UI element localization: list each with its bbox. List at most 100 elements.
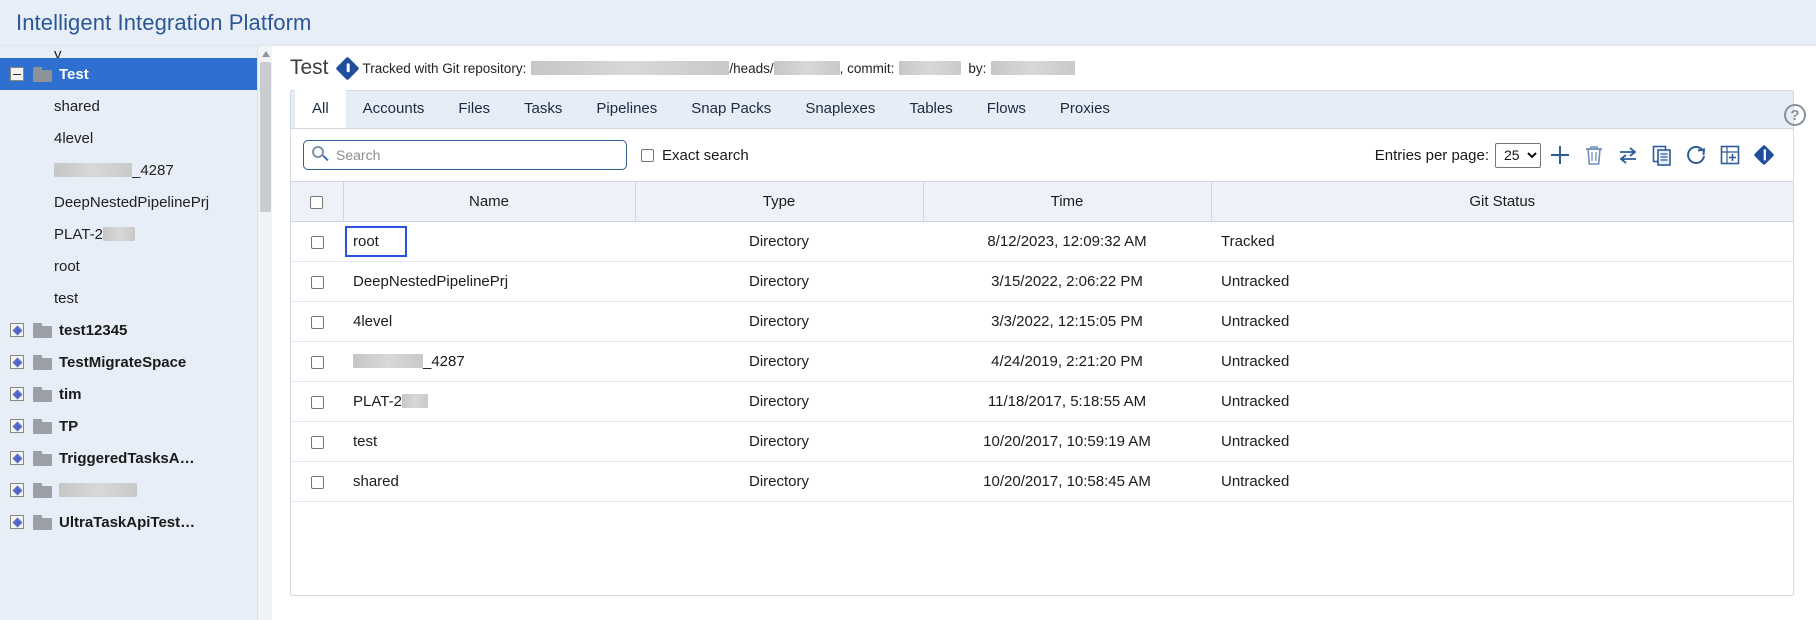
- plus-icon[interactable]: [1545, 140, 1575, 170]
- sidebar-item-ultrataskapitest[interactable]: UltraTaskApiTest…: [0, 506, 272, 538]
- sidebar-tree-list[interactable]: Testshared4level_4287DeepNestedPipelineP…: [0, 58, 272, 538]
- search-input[interactable]: [303, 140, 627, 170]
- item-name-link[interactable]: DeepNestedPipelinePrj: [353, 273, 508, 290]
- row-checkbox[interactable]: [311, 356, 324, 369]
- search-field-wrapper[interactable]: [303, 140, 627, 170]
- tab-snaplexes[interactable]: Snaplexes: [788, 90, 892, 128]
- expand-toggle-icon[interactable]: [10, 419, 24, 433]
- cell-name[interactable]: shared: [343, 462, 635, 502]
- sidebar-item-triggeredtasksa[interactable]: TriggeredTasksA…: [0, 442, 272, 474]
- git-icon[interactable]: [1749, 140, 1779, 170]
- tab-accounts[interactable]: Accounts: [346, 90, 442, 128]
- cell-name[interactable]: PLAT-2: [343, 382, 635, 422]
- expand-toggle-icon[interactable]: [10, 323, 24, 337]
- add-table-icon[interactable]: [1715, 140, 1745, 170]
- cell-name[interactable]: DeepNestedPipelinePrj: [343, 262, 635, 302]
- table-row[interactable]: testDirectory10/20/2017, 10:59:19 AMUntr…: [291, 422, 1793, 462]
- trash-icon[interactable]: [1579, 140, 1609, 170]
- tab-snap-packs[interactable]: Snap Packs: [674, 90, 788, 128]
- scroll-up-arrow-icon[interactable]: [258, 46, 272, 61]
- item-name-link[interactable]: PLAT-2: [353, 393, 402, 410]
- tab-all[interactable]: All: [295, 90, 346, 128]
- tab-proxies[interactable]: Proxies: [1043, 90, 1127, 128]
- sidebar-item-shared[interactable]: shared: [0, 90, 272, 122]
- column-header-type[interactable]: Type: [635, 182, 923, 222]
- sidebar-item-tp[interactable]: TP: [0, 410, 272, 442]
- row-select-cell[interactable]: [291, 262, 343, 302]
- sidebar-scrollbar[interactable]: [257, 46, 272, 620]
- git-commit-redacted: [899, 61, 961, 75]
- row-checkbox[interactable]: [311, 436, 324, 449]
- item-name-link[interactable]: shared: [353, 473, 399, 490]
- sidebar-item-deepnestedpipelineprj[interactable]: DeepNestedPipelinePrj: [0, 186, 272, 218]
- row-checkbox[interactable]: [311, 316, 324, 329]
- table-row[interactable]: PLAT-2Directory11/18/2017, 5:18:55 AMUnt…: [291, 382, 1793, 422]
- row-select-cell[interactable]: [291, 302, 343, 342]
- tab-tables[interactable]: Tables: [892, 90, 969, 128]
- tab-flows[interactable]: Flows: [970, 90, 1043, 128]
- item-name-link[interactable]: 4level: [353, 313, 392, 330]
- item-name-link[interactable]: test: [353, 433, 377, 450]
- sidebar-item-tim[interactable]: tim: [0, 378, 272, 410]
- table-row[interactable]: 4levelDirectory3/3/2022, 12:15:05 PMUntr…: [291, 302, 1793, 342]
- row-checkbox[interactable]: [311, 276, 324, 289]
- select-all-checkbox[interactable]: [310, 196, 323, 209]
- sidebar-item-redacted-13[interactable]: [0, 474, 272, 506]
- row-select-cell[interactable]: [291, 342, 343, 382]
- row-select-cell[interactable]: [291, 222, 343, 262]
- cell-name[interactable]: 4level: [343, 302, 635, 342]
- table-row[interactable]: DeepNestedPipelinePrjDirectory3/15/2022,…: [291, 262, 1793, 302]
- sidebar-item-test[interactable]: test: [0, 282, 272, 314]
- item-name-link[interactable]: root: [345, 226, 407, 257]
- entries-per-page-select[interactable]: 25: [1495, 143, 1541, 168]
- tab-files[interactable]: Files: [441, 90, 507, 128]
- sidebar-item-testmigratespace[interactable]: TestMigrateSpace: [0, 346, 272, 378]
- sidebar-item-test12345[interactable]: test12345: [0, 314, 272, 346]
- row-select-cell[interactable]: [291, 462, 343, 502]
- sidebar-item-root[interactable]: root: [0, 250, 272, 282]
- column-header-time[interactable]: Time: [923, 182, 1211, 222]
- exact-search-label: Exact search: [662, 147, 749, 164]
- row-checkbox[interactable]: [311, 236, 324, 249]
- expand-toggle-icon[interactable]: [10, 355, 24, 369]
- select-all-header[interactable]: [291, 182, 343, 222]
- table-row[interactable]: rootDirectory8/12/2023, 12:09:32 AMTrack…: [291, 222, 1793, 262]
- sidebar-item-plat2[interactable]: PLAT-2: [0, 218, 272, 250]
- column-header-git-status[interactable]: Git Status: [1211, 182, 1793, 222]
- refresh-icon[interactable]: [1681, 140, 1711, 170]
- sidebar-clipped-row: y: [0, 50, 272, 58]
- item-name-link[interactable]: _4287: [423, 353, 465, 370]
- sidebar-item-label: test: [54, 290, 78, 307]
- expand-toggle-icon[interactable]: [10, 483, 24, 497]
- page-title: Intelligent Integration Platform: [16, 10, 311, 36]
- cell-time: 10/20/2017, 10:59:19 AM: [923, 422, 1211, 462]
- table-row[interactable]: sharedDirectory10/20/2017, 10:58:45 AMUn…: [291, 462, 1793, 502]
- sidebar-item-4287[interactable]: _4287: [0, 154, 272, 186]
- expand-toggle-icon[interactable]: [10, 387, 24, 401]
- collapse-toggle-icon[interactable]: [10, 67, 24, 81]
- cell-name[interactable]: root: [343, 222, 635, 262]
- table-row[interactable]: _4287Directory4/24/2019, 2:21:20 PMUntra…: [291, 342, 1793, 382]
- row-select-cell[interactable]: [291, 382, 343, 422]
- row-checkbox[interactable]: [311, 476, 324, 489]
- cell-name[interactable]: test: [343, 422, 635, 462]
- cell-type: Directory: [635, 262, 923, 302]
- sidebar-tree[interactable]: y Testshared4level_4287DeepNestedPipelin…: [0, 46, 272, 620]
- expand-toggle-icon[interactable]: [10, 515, 24, 529]
- sidebar-scrollbar-thumb[interactable]: [260, 62, 271, 212]
- row-checkbox[interactable]: [311, 396, 324, 409]
- cell-name[interactable]: _4287: [343, 342, 635, 382]
- tab-pipelines[interactable]: Pipelines: [579, 90, 674, 128]
- tab-tasks[interactable]: Tasks: [507, 90, 579, 128]
- row-select-cell[interactable]: [291, 422, 343, 462]
- exact-search-checkbox[interactable]: Exact search: [641, 147, 749, 164]
- duplicate-icon[interactable]: [1647, 140, 1677, 170]
- transfer-icon[interactable]: [1613, 140, 1643, 170]
- exact-search-checkbox-box[interactable]: [641, 149, 654, 162]
- sidebar-item-4level[interactable]: 4level: [0, 122, 272, 154]
- tab-bar[interactable]: AllAccountsFilesTasksPipelinesSnap Packs…: [291, 91, 1793, 129]
- column-header-name[interactable]: Name: [343, 182, 635, 222]
- sidebar-item-test[interactable]: Test: [0, 58, 272, 90]
- expand-toggle-icon[interactable]: [10, 451, 24, 465]
- help-icon[interactable]: ?: [1784, 104, 1806, 126]
